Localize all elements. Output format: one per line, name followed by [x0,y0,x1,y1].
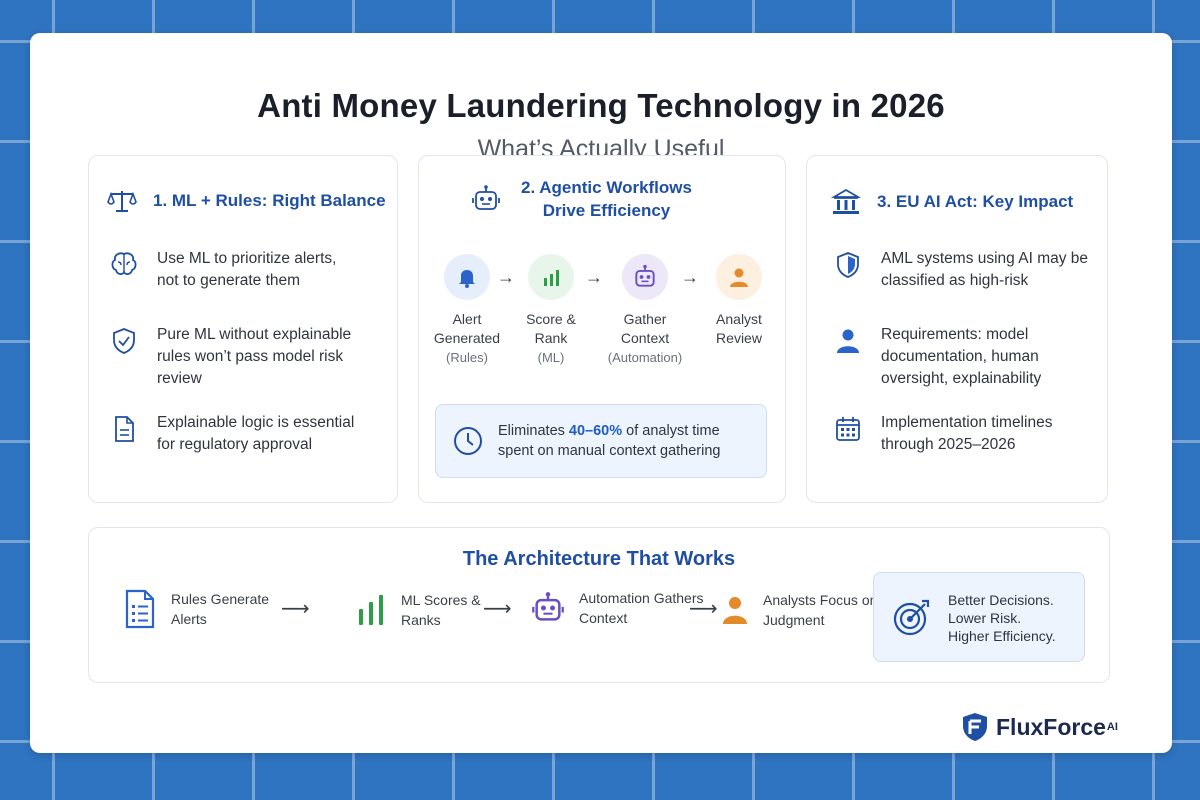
arch-step-rules: Rules Generate Alerts [123,588,269,630]
flow-arrow: → [585,267,603,287]
list-item: AML systems using AI may be classified a… [833,248,1088,292]
arch-arrow: ⟶ [483,598,512,620]
brand-name: FluxForce [996,713,1106,740]
person-icon [730,268,748,287]
bank-icon [831,188,861,214]
arch-step-ml: ML Scores & Ranks [357,590,481,630]
shield-logo-icon [963,713,987,741]
scales-icon [107,191,137,212]
arch-arrow: ⟶ [281,598,310,620]
clock-icon [454,427,482,455]
callout-highlight: 40–60% [568,423,623,439]
card-eu-title: 3. EU AI Act: Key Impact [877,192,1074,211]
person-icon [723,597,747,624]
architecture-title: The Architecture That Works [462,548,736,570]
flow-node-analyst: Analyst Review [699,254,779,348]
person-icon [837,329,859,353]
list-item: Requirements: model documentation, human… [833,324,1041,390]
robot-icon [635,264,655,287]
list-item: Use ML to prioritize alerts, not to gene… [109,248,336,292]
bar-chart-icon [359,595,383,625]
card-eu-header: 3. EU AI Act: Key Impact [831,188,1073,216]
list-item: Explainable logic is essential for regul… [109,412,354,456]
list-item: Implementation timelines through 2025–20… [833,412,1052,456]
robot-icon [472,185,500,210]
architecture-section: The Architecture That Works Rules Genera… [88,527,1110,683]
card-agentic-title-line2: Drive Efficiency [542,201,671,220]
page-title: Anti Money Laundering Technology in 2026 [257,87,945,124]
arch-arrow: ⟶ [689,598,718,620]
card-ml-rules-header: 1. ML + Rules: Right Balance [107,188,386,214]
brand-sup: AI [1106,721,1118,733]
card-ml-rules: 1. ML + Rules: Right Balance Use ML to p… [88,155,398,503]
robot-icon [532,592,564,621]
card-ml-rules-title: 1. ML + Rules: Right Balance [153,191,386,210]
bar-chart-icon [544,270,559,286]
flow-node-score: Score & Rank (ML) [511,254,591,367]
target-icon [893,599,930,636]
calendar-icon [836,417,860,441]
infographic-board: Anti Money Laundering Technology in 2026… [30,33,1172,753]
shield-check-icon [113,328,135,354]
card-eu-ai-act: 3. EU AI Act: Key Impact AML systems usi… [806,155,1108,503]
bell-icon [459,270,475,288]
document-icon [115,416,134,442]
document-list-icon [125,589,155,629]
card-agentic-title-line1: 2. Agentic Workflows [521,178,692,197]
arch-step-automation: Automation Gathers Context [531,588,704,628]
shield-icon [837,252,859,278]
brain-icon [111,252,137,275]
efficiency-callout: Eliminates 40–60% of analyst time spent … [435,404,767,478]
card-agentic-workflows: 2. Agentic Workflows Drive Efficiency Al… [418,155,786,503]
result-box: Better Decisions. Lower Risk. Higher Eff… [873,572,1085,662]
arch-step-analysts: Analysts Focus on Judgment [721,590,877,630]
flow-node-gather: Gather Context (Automation) [605,254,685,367]
flow-arrow: → [681,267,699,287]
flow-node-alert: Alert Generated (Rules) [427,254,507,367]
brand-logo: FluxForce AI [960,711,1118,743]
card-agentic-header: 2. Agentic Workflows Drive Efficiency [471,176,692,222]
list-item: Pure ML without explainable rules won’t … [109,324,351,390]
